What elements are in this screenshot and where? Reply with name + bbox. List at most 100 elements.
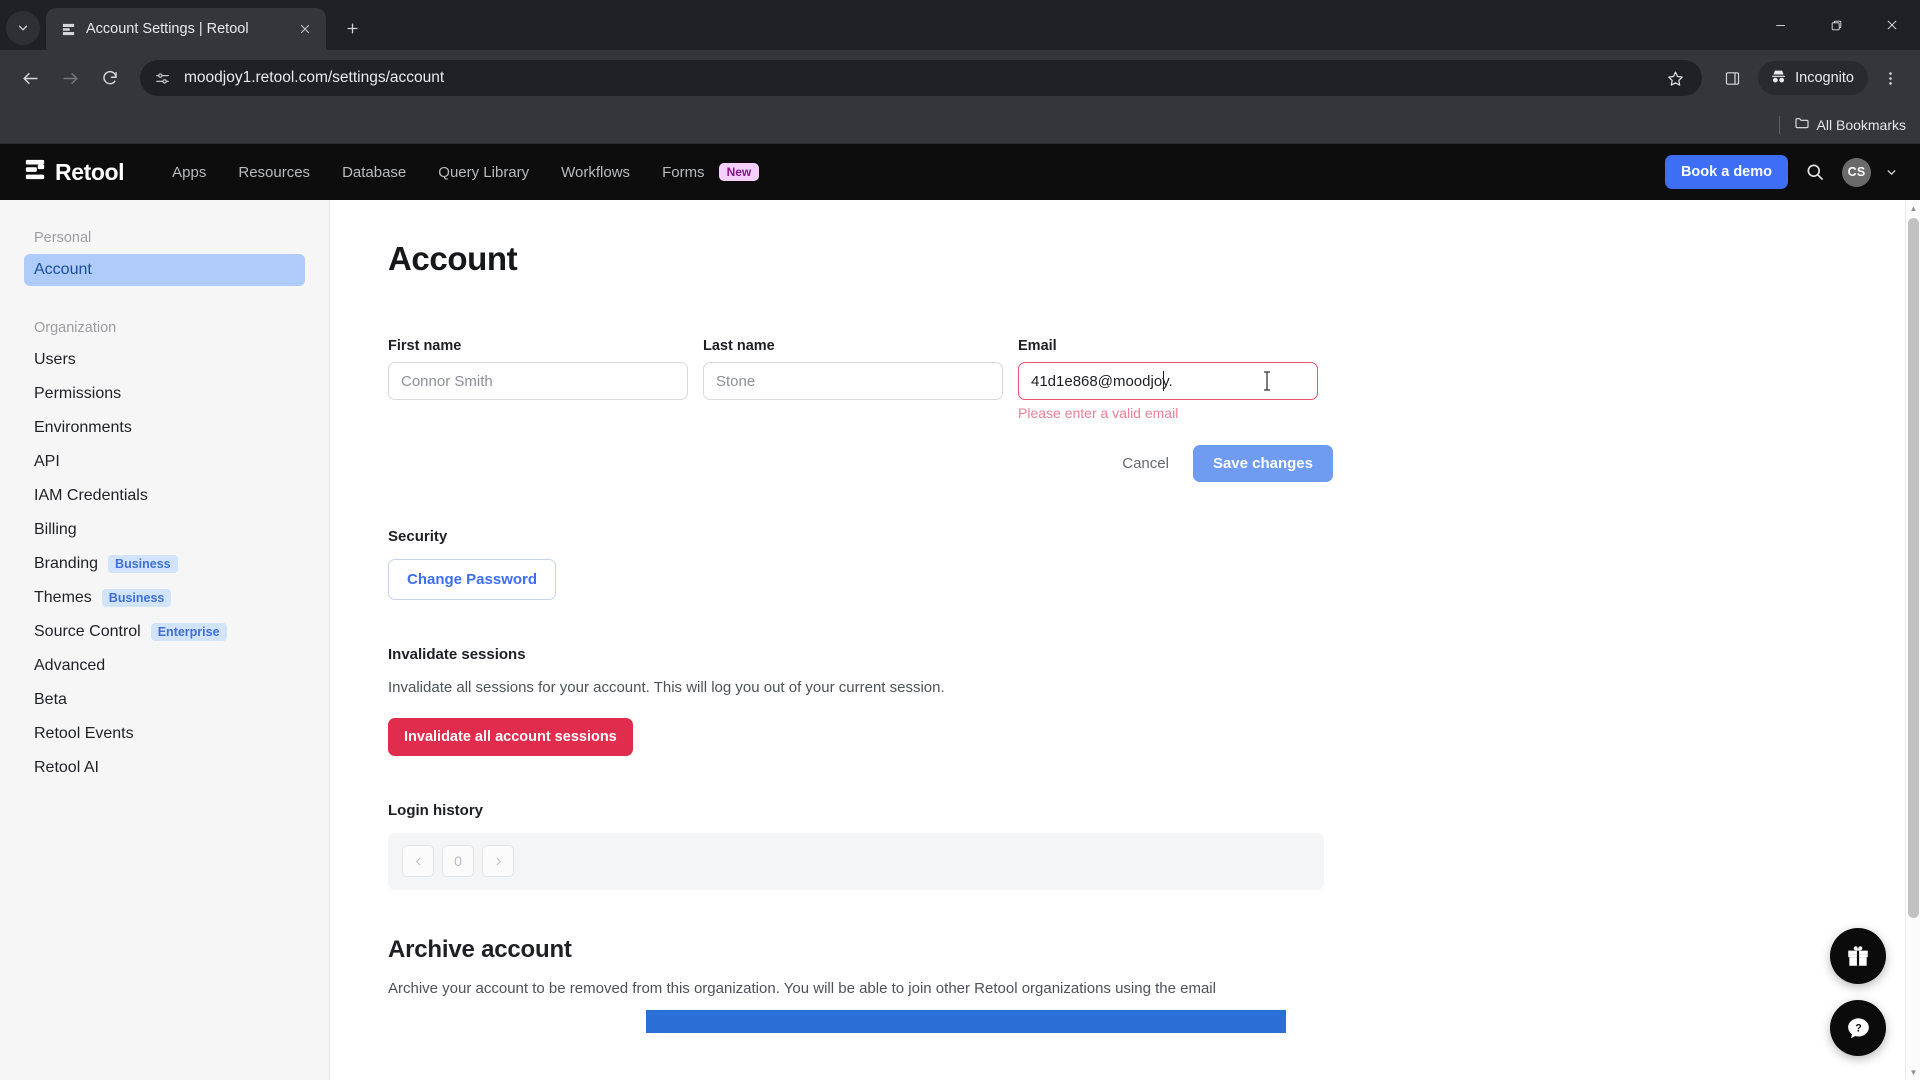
sidebar-item-themes[interactable]: Themes Business	[24, 582, 305, 614]
retool-nav-links: Apps Resources Database Query Library Wo…	[160, 157, 760, 188]
nav-item-resources[interactable]: Resources	[226, 157, 322, 188]
nav-item-forms-label: Forms	[662, 163, 705, 181]
sidebar-item-retool-ai[interactable]: Retool AI	[24, 752, 305, 784]
sidebar-item-account-label: Account	[34, 261, 92, 278]
cancel-button[interactable]: Cancel	[1108, 446, 1183, 481]
divider	[1778, 115, 1780, 134]
invalidate-sessions-label: Invalidate sessions	[388, 646, 526, 663]
page-viewport: Retool Apps Resources Database Query Lib…	[0, 144, 1920, 1080]
sidebar-item-branding[interactable]: Branding Business	[24, 548, 305, 580]
back-arrow-icon[interactable]	[12, 60, 48, 96]
bookmarks-bar: All Bookmarks	[0, 106, 1920, 144]
reload-icon[interactable]	[92, 60, 128, 96]
star-icon[interactable]	[1662, 65, 1688, 91]
sidebar-item-retool-events[interactable]: Retool Events	[24, 718, 305, 750]
nav-item-forms[interactable]: Forms New	[650, 157, 760, 188]
sidebar-item-beta[interactable]: Beta	[24, 684, 305, 716]
sidebar-item-environments[interactable]: Environments	[24, 412, 305, 444]
sidebar-item-api[interactable]: API	[24, 446, 305, 478]
email-field-group: Email Please enter a valid email	[1018, 338, 1318, 421]
browser-tab-strip: Account Settings | Retool	[0, 0, 1920, 50]
settings-main: Account First name Last name Email	[330, 200, 1920, 1080]
status-badge: New	[718, 163, 760, 181]
retool-brand[interactable]: Retool	[24, 158, 125, 187]
book-demo-button[interactable]: Book a demo	[1664, 155, 1788, 189]
sidebar-item-beta-label: Beta	[34, 691, 67, 708]
change-password-button[interactable]: Change Password	[388, 559, 557, 600]
page-settings-icon[interactable]	[154, 69, 172, 87]
page-title: Account	[388, 240, 518, 277]
sidebar-item-source-control[interactable]: Source Control Enterprise	[24, 616, 305, 648]
retool-logo-icon	[24, 158, 46, 187]
email-input[interactable]	[1018, 362, 1318, 400]
tab-search-icon[interactable]	[6, 11, 40, 45]
plan-badge-business: Business	[108, 555, 178, 573]
sidebar-section-personal: Personal	[34, 230, 92, 246]
chevron-right-icon[interactable]	[482, 845, 514, 877]
close-icon[interactable]	[294, 18, 316, 40]
first-name-label: First name	[388, 338, 462, 354]
sidebar-item-retool-events-label: Retool Events	[34, 725, 134, 742]
browser-toolbar: moodjoy1.retool.com/settings/account Inc…	[0, 50, 1920, 106]
sidebar-section-organization: Organization	[34, 320, 117, 336]
address-bar[interactable]: moodjoy1.retool.com/settings/account	[140, 60, 1703, 96]
nav-item-workflows[interactable]: Workflows	[549, 157, 642, 188]
nav-item-resources-label: Resources	[238, 163, 311, 181]
chevron-left-icon[interactable]	[402, 845, 434, 877]
ibeam-cursor-icon	[1262, 370, 1272, 392]
help-chat-icon[interactable]: ?	[1830, 1000, 1886, 1056]
save-changes-button[interactable]: Save changes	[1192, 445, 1333, 482]
account-name-email-row: First name Last name Email	[388, 338, 1330, 421]
incognito-indicator[interactable]: Incognito	[1758, 61, 1868, 95]
side-panel-icon[interactable]	[1714, 60, 1750, 96]
security-section: Security Change Password	[388, 528, 1330, 600]
scrollbar-thumb[interactable]	[1908, 218, 1919, 918]
sidebar-item-advanced[interactable]: Advanced	[24, 650, 305, 682]
incognito-icon	[1769, 67, 1788, 90]
minimize-icon[interactable]	[1752, 0, 1808, 50]
nav-item-apps[interactable]: Apps	[160, 157, 218, 188]
account-settings-content: Account First name Last name Email	[330, 200, 1333, 1033]
close-icon[interactable]	[1864, 0, 1920, 50]
scroll-up-arrow-icon[interactable]: ▲	[1906, 200, 1920, 216]
first-name-input[interactable]	[388, 362, 688, 400]
sidebar-item-users[interactable]: Users	[24, 344, 305, 376]
nav-item-query-library[interactable]: Query Library	[426, 157, 541, 188]
form-actions: Cancel Save changes	[388, 445, 1333, 482]
scroll-down-arrow-icon[interactable]: ▼	[1906, 1064, 1920, 1080]
chevron-down-icon[interactable]	[1885, 166, 1898, 179]
login-history-section: Login history 0	[388, 802, 1330, 890]
sidebar-item-permissions[interactable]: Permissions	[24, 378, 305, 410]
sidebar-item-billing[interactable]: Billing	[24, 514, 305, 546]
first-name-field-group: First name	[388, 338, 688, 421]
last-name-input[interactable]	[703, 362, 1003, 400]
three-dot-menu-icon[interactable]	[1872, 60, 1908, 96]
browser-tab[interactable]: Account Settings | Retool	[46, 8, 326, 50]
svg-text:?: ?	[1855, 1022, 1862, 1034]
gift-icon[interactable]	[1830, 928, 1886, 984]
invalidate-all-sessions-button[interactable]: Invalidate all account sessions	[388, 717, 633, 756]
settings-sidebar: Personal Account Organization Users Perm…	[0, 200, 330, 1080]
search-icon[interactable]	[1802, 159, 1828, 185]
all-bookmarks-button[interactable]: All Bookmarks	[1794, 115, 1906, 134]
sidebar-item-iam-credentials[interactable]: IAM Credentials	[24, 480, 305, 512]
all-bookmarks-label: All Bookmarks	[1816, 116, 1906, 133]
sidebar-item-api-label: API	[34, 453, 60, 470]
avatar[interactable]: CS	[1842, 157, 1871, 187]
sidebar-item-users-label: Users	[34, 351, 76, 368]
restore-icon[interactable]	[1808, 0, 1864, 50]
login-history-label: Login history	[388, 801, 483, 819]
vertical-scrollbar[interactable]: ▲ ▼	[1905, 200, 1920, 1080]
forward-arrow-icon[interactable]	[52, 60, 88, 96]
sidebar-item-account[interactable]: Account	[24, 254, 305, 286]
sidebar-item-branding-label: Branding	[34, 555, 99, 572]
sidebar-item-iam-credentials-label: IAM Credentials	[34, 487, 148, 504]
plus-icon[interactable]	[336, 12, 368, 44]
page-body: Personal Account Organization Users Perm…	[0, 200, 1920, 1080]
nav-item-database[interactable]: Database	[330, 157, 418, 188]
page-number[interactable]: 0	[442, 845, 474, 877]
nav-item-query-library-label: Query Library	[438, 163, 530, 181]
plan-badge-business: Business	[101, 589, 172, 607]
browser-tab-title: Account Settings | Retool	[86, 21, 249, 37]
plan-badge-enterprise: Enterprise	[150, 623, 227, 641]
